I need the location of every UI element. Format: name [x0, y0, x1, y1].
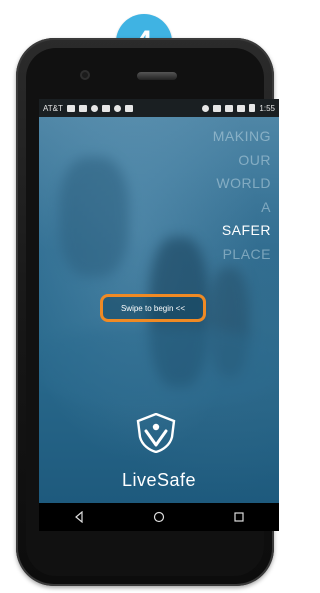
status-left: AT&T	[43, 104, 133, 113]
cloud-icon	[90, 104, 98, 112]
tagline-line: PLACE	[222, 245, 271, 262]
tagline-line: A	[261, 198, 271, 215]
brand-name: LiveSafe	[121, 470, 197, 490]
swipe-to-begin-button[interactable]: Swipe to begin <<	[100, 294, 206, 322]
settings-icon	[113, 104, 121, 112]
blur-shape	[59, 157, 129, 277]
back-icon[interactable]	[67, 508, 91, 526]
blur-shape	[39, 327, 279, 407]
message-icon	[66, 104, 75, 112]
phone-screen: AT&T 1:55 MAKING OUR WORLD A SAFER PLACE…	[39, 99, 279, 531]
tagline-line: OUR	[238, 151, 271, 168]
tagline-line: MAKING	[212, 128, 271, 144]
vibrate-icon	[225, 104, 234, 112]
tagline: MAKING OUR WORLD A SAFER PLACE	[213, 125, 271, 266]
signal-icon	[237, 104, 246, 112]
carrier-label: AT&T	[43, 103, 63, 113]
home-icon[interactable]	[147, 508, 171, 526]
chat-icon	[78, 104, 87, 112]
front-camera	[80, 70, 90, 80]
bluetooth-icon	[213, 104, 222, 112]
recents-icon[interactable]	[227, 508, 251, 526]
tagline-line: WORLD	[216, 175, 271, 191]
status-right: 1:55	[202, 104, 275, 113]
location-icon	[202, 104, 210, 112]
livesafe-shield-logo-icon	[136, 413, 176, 453]
status-bar: AT&T 1:55	[39, 99, 279, 117]
hero-background[interactable]: MAKING OUR WORLD A SAFER PLACE Swipe to …	[39, 117, 279, 503]
usb-icon	[124, 104, 133, 112]
speaker-grille	[137, 72, 177, 80]
clock-label: 1:55	[259, 103, 275, 113]
battery-icon	[249, 104, 256, 112]
tagline-highlight: SAFER	[221, 222, 271, 238]
image-icon	[101, 104, 110, 112]
navigation-bar	[39, 503, 279, 531]
swipe-label: Swipe to begin <<	[120, 303, 186, 313]
